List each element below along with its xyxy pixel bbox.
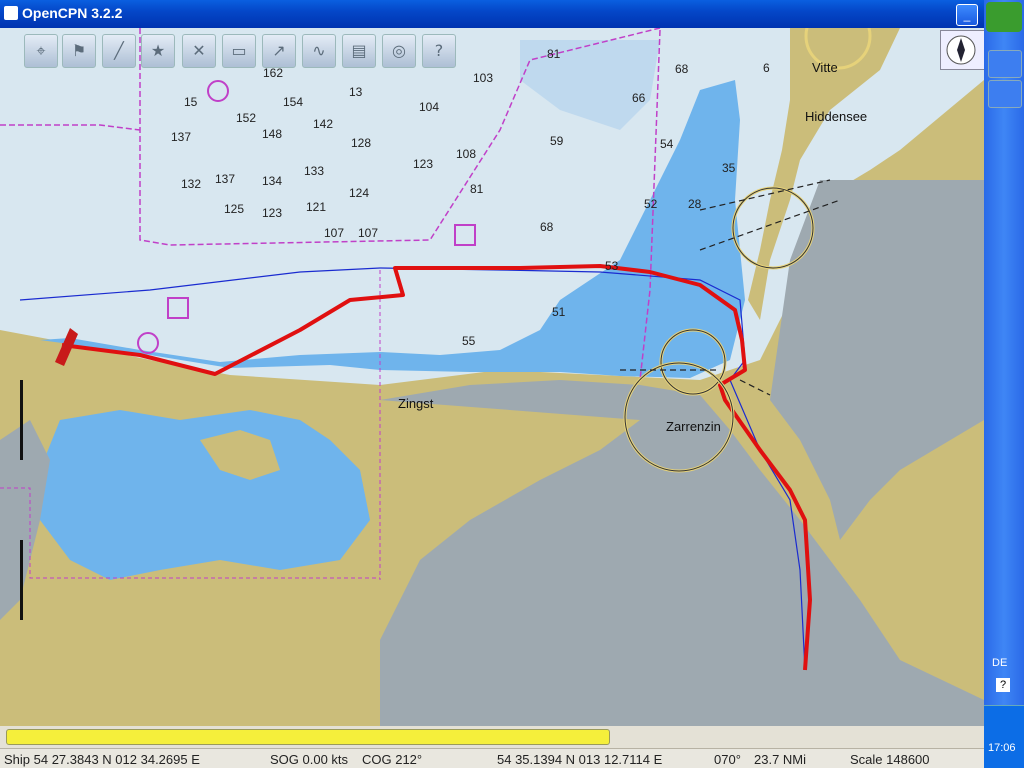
taskbar: DE ? 17:06: [984, 0, 1024, 768]
scale: Scale 148600: [850, 752, 930, 767]
compass-icon[interactable]: [940, 30, 986, 70]
measure-icon[interactable]: ╱: [102, 34, 136, 68]
help-icon[interactable]: ?: [422, 34, 456, 68]
sounding-label: 142: [313, 117, 333, 131]
sounding-label: 28: [688, 197, 702, 211]
system-tray: [984, 705, 1024, 768]
sounding-label: 121: [306, 200, 326, 214]
sounding-label: 124: [349, 186, 369, 200]
sounding-label: 125: [224, 202, 244, 216]
sounding-label: 68: [540, 220, 554, 234]
label-hiddensee: Hiddensee: [805, 109, 867, 124]
label-zarrenzin: Zarrenzin: [666, 419, 721, 434]
sounding-label: 13: [349, 85, 363, 99]
sounding-label: 81: [547, 47, 561, 61]
language-indicator[interactable]: DE: [992, 657, 1007, 669]
progress-area: [0, 726, 984, 748]
tools-icon[interactable]: ✕: [182, 34, 216, 68]
tray-help-icon[interactable]: ?: [996, 678, 1010, 692]
sounding-label: 152: [236, 111, 256, 125]
cursor-position: 54 35.1394 N 013 12.7114 E: [497, 752, 663, 767]
sounding-label: 59: [550, 134, 564, 148]
progress-bar: [6, 729, 610, 745]
label-vitte: Vitte: [812, 60, 838, 75]
chart-canvas[interactable]: Vitte Hiddensee Zingst Zarrenzin 8110368…: [0, 28, 984, 726]
sounding-label: 15: [184, 95, 198, 109]
sounding-label: 35: [722, 161, 736, 175]
sounding-label: 68: [675, 62, 689, 76]
sog: SOG 0.00 kts: [270, 752, 349, 767]
sounding-label: 137: [215, 172, 235, 186]
label-zingst: Zingst: [398, 396, 434, 411]
sounding-label: 104: [419, 100, 439, 114]
track-icon[interactable]: ↗: [262, 34, 296, 68]
cog: COG 212°: [362, 752, 423, 767]
title-bar: OpenCPN 3.2.2 _: [0, 0, 984, 28]
route-icon[interactable]: ∿: [302, 34, 336, 68]
app-icon: [4, 6, 18, 20]
sounding-label: 6: [763, 61, 770, 75]
chart-quilt-icon[interactable]: ▤: [342, 34, 376, 68]
sounding-label: 108: [456, 147, 476, 161]
clock: 17:06: [988, 742, 1016, 754]
sounding-label: 103: [473, 71, 493, 85]
sounding-label: 154: [283, 95, 303, 109]
sounding-label: 162: [263, 66, 283, 80]
status-bar: Ship 54 27.3843 N 012 34.2695 E SOG 0.00…: [0, 748, 984, 768]
window-title: OpenCPN 3.2.2: [22, 5, 123, 21]
ship-position: Ship 54 27.3843 N 012 34.2695 E: [4, 752, 200, 767]
mark-icon[interactable]: ★: [141, 34, 175, 68]
sounding-label: 53: [605, 259, 619, 273]
distance: 23.7 NMi: [754, 752, 807, 767]
lifebuoy-icon[interactable]: ◎: [382, 34, 416, 68]
minimize-button[interactable]: _: [956, 4, 978, 26]
sounding-label: 55: [462, 334, 476, 348]
zoom-icon[interactable]: ⚑: [62, 34, 96, 68]
sounding-label: 123: [413, 157, 433, 171]
sounding-label: 134: [262, 174, 282, 188]
sounding-label: 107: [358, 226, 378, 240]
sounding-label: 81: [470, 182, 484, 196]
sounding-label: 132: [181, 177, 201, 191]
taskbar-app-opencpn[interactable]: [988, 50, 1022, 78]
sounding-label: 128: [351, 136, 371, 150]
taskbar-app-other[interactable]: [988, 80, 1022, 108]
sounding-label: 52: [644, 197, 658, 211]
route-manager-icon[interactable]: ⌖: [24, 34, 58, 68]
sounding-label: 133: [304, 164, 324, 178]
sounding-label: 107: [324, 226, 344, 240]
bearing: 070°: [714, 752, 741, 767]
start-button[interactable]: [986, 2, 1022, 32]
sounding-label: 137: [171, 130, 191, 144]
sounding-label: 123: [262, 206, 282, 220]
nautical-chart[interactable]: Vitte Hiddensee Zingst Zarrenzin 81 103 68…: [0, 28, 984, 726]
layers-icon[interactable]: ▭: [222, 34, 256, 68]
sounding-label: 148: [262, 127, 282, 141]
sounding-label: 66: [632, 91, 646, 105]
sounding-label: 54: [660, 137, 674, 151]
sounding-label: 51: [552, 305, 566, 319]
